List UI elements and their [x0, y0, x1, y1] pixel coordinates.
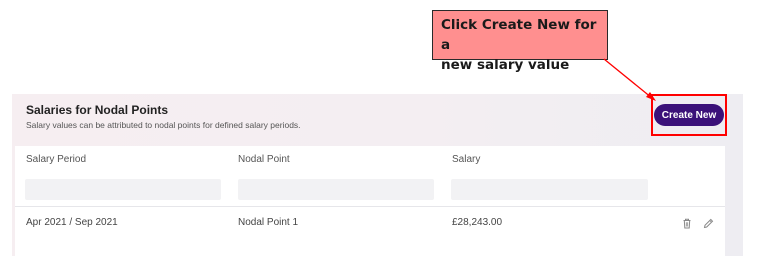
trash-icon[interactable] [680, 216, 694, 230]
annotation-callout: Click Create New for a new salary value [432, 10, 608, 73]
column-header-salary-period[interactable]: Salary Period [26, 154, 86, 165]
salaries-table: Salary Period Nodal Point Salary Apr 202… [15, 146, 725, 256]
callout-line-1: Click Create New for a [441, 17, 597, 53]
filter-salary-input[interactable] [451, 179, 648, 200]
cell-nodal-point: Nodal Point 1 [238, 217, 299, 228]
row-divider [15, 206, 725, 207]
column-header-salary[interactable]: Salary [452, 154, 480, 165]
cell-salary: £28,243.00 [452, 217, 503, 228]
panel-title: Salaries for Nodal Points [26, 103, 169, 117]
callout-line-2: new salary value [441, 57, 570, 73]
pencil-icon[interactable] [701, 216, 715, 230]
filter-nodal-point-input[interactable] [238, 179, 434, 200]
column-header-nodal-point[interactable]: Nodal Point [238, 154, 290, 165]
filter-salary-period-input[interactable] [25, 179, 221, 200]
panel-subtitle: Salary values can be attributed to nodal… [26, 120, 301, 130]
cell-salary-period: Apr 2021 / Sep 2021 [26, 217, 118, 228]
annotation-highlight-box [651, 94, 727, 136]
